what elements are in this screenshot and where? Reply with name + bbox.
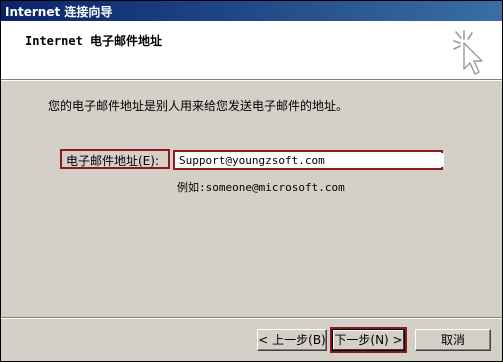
window-title: Internet 连接向导: [5, 5, 113, 19]
title-bar[interactable]: Internet 连接向导: [1, 1, 502, 21]
page-title: Internet 电子邮件地址: [25, 34, 163, 48]
email-label-highlight: 电子邮件地址(E):: [60, 149, 170, 169]
email-field[interactable]: [176, 153, 444, 167]
wizard-window: Internet 连接向导 Internet 电子邮件地址 您的电子邮件地址是别…: [0, 0, 503, 362]
example-hint: 例如:someone@microsoft.com: [177, 181, 345, 194]
email-label: 电子邮件地址(E):: [66, 154, 159, 168]
email-field-highlight: [173, 150, 444, 170]
wizard-sparkle-cursor-icon: [453, 30, 483, 75]
instruction-text: 您的电子邮件地址是别人用来给您发送电子邮件的地址。: [48, 99, 349, 113]
back-button[interactable]: < 上一步(B): [257, 329, 327, 351]
footer-divider-highlight: [1, 318, 502, 319]
cancel-button[interactable]: 取消: [415, 329, 491, 351]
next-button[interactable]: 下一步(N) >: [332, 329, 405, 351]
wizard-header: Internet 电子邮件地址: [1, 21, 502, 81]
